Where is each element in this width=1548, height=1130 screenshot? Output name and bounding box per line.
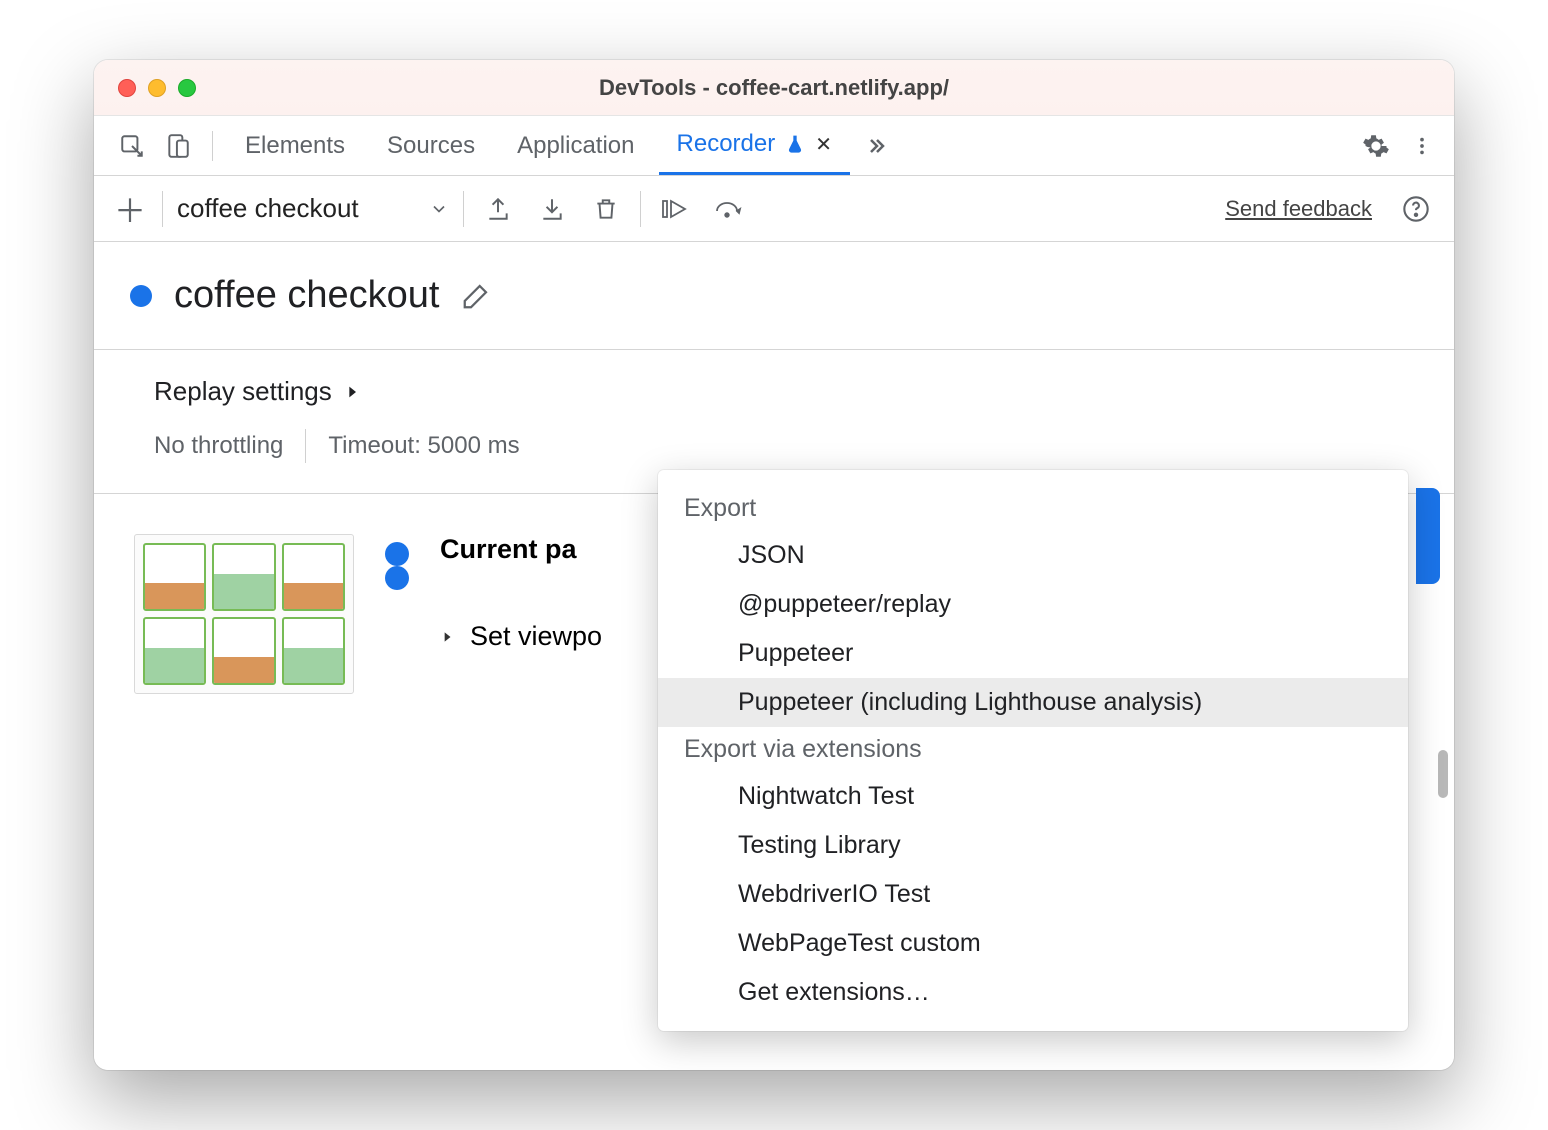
- menu-item-json[interactable]: JSON: [658, 531, 1408, 580]
- replay-button-peek[interactable]: [1416, 488, 1440, 584]
- step-current-page[interactable]: Current pa: [440, 534, 602, 565]
- step-list: Current pa Set viewpo: [440, 534, 602, 652]
- new-recording-button[interactable]: ＋: [112, 186, 148, 232]
- inspect-element-icon[interactable]: [112, 126, 152, 166]
- menu-item-testing-library[interactable]: Testing Library: [658, 821, 1408, 870]
- export-menu: Export JSON @puppeteer/replay Puppeteer …: [658, 470, 1408, 1031]
- send-feedback-link[interactable]: Send feedback: [1225, 196, 1372, 222]
- chevron-down-icon: [429, 199, 449, 219]
- step-set-viewport[interactable]: Set viewpo: [440, 621, 602, 652]
- menu-item-puppeteer[interactable]: Puppeteer: [658, 629, 1408, 678]
- separator: [212, 131, 213, 161]
- tab-recorder[interactable]: Recorder ✕: [659, 116, 850, 175]
- import-icon[interactable]: [532, 189, 572, 229]
- replay-icon[interactable]: [655, 189, 695, 229]
- menu-item-get-extensions[interactable]: Get extensions…: [658, 968, 1408, 1017]
- separator: [463, 191, 464, 227]
- more-tabs-icon[interactable]: [856, 126, 896, 166]
- recording-title: coffee checkout: [174, 274, 439, 317]
- devtools-tabs: Elements Sources Application Recorder ✕: [94, 116, 1454, 176]
- menu-item-nightwatch[interactable]: Nightwatch Test: [658, 772, 1408, 821]
- page-thumbnail: [134, 534, 354, 694]
- timeline-dot: [385, 542, 409, 566]
- step-label: Current pa: [440, 534, 577, 565]
- tab-elements[interactable]: Elements: [227, 116, 363, 175]
- timeline: [380, 534, 414, 590]
- timeout-value: Timeout: 5000 ms: [328, 432, 519, 460]
- replay-settings-label: Replay settings: [154, 376, 332, 407]
- menu-item-puppeteer-lighthouse[interactable]: Puppeteer (including Lighthouse analysis…: [658, 678, 1408, 727]
- edit-title-icon[interactable]: [461, 281, 491, 311]
- menu-item-webdriverio[interactable]: WebdriverIO Test: [658, 870, 1408, 919]
- tab-sources[interactable]: Sources: [369, 116, 493, 175]
- tab-label: Application: [517, 132, 634, 160]
- separator: [305, 429, 306, 463]
- chevron-right-icon: [344, 384, 360, 400]
- tab-label: Recorder: [677, 130, 776, 158]
- delete-icon[interactable]: [586, 189, 626, 229]
- export-icon[interactable]: [478, 189, 518, 229]
- menu-section-extensions: Export via extensions: [658, 727, 1408, 772]
- replay-settings-toggle[interactable]: Replay settings: [154, 376, 1394, 407]
- separator: [162, 191, 163, 227]
- recording-header: coffee checkout: [94, 242, 1454, 350]
- timeline-dot: [385, 566, 409, 590]
- tab-label: Sources: [387, 132, 475, 160]
- tab-label: Elements: [245, 132, 345, 160]
- menu-item-webpagetest[interactable]: WebPageTest custom: [658, 919, 1408, 968]
- recording-name: coffee checkout: [177, 193, 359, 224]
- throttling-value: No throttling: [154, 432, 283, 460]
- kebab-menu-icon[interactable]: [1402, 126, 1442, 166]
- step-over-icon[interactable]: [709, 189, 749, 229]
- tab-application[interactable]: Application: [499, 116, 652, 175]
- recorder-toolbar: ＋ coffee checkout Send feedback: [94, 176, 1454, 242]
- recording-status-dot: [130, 285, 152, 307]
- help-icon[interactable]: [1396, 189, 1436, 229]
- replay-meta: No throttling Timeout: 5000 ms: [154, 429, 1394, 463]
- titlebar: DevTools - coffee-cart.netlify.app/: [94, 60, 1454, 116]
- flask-icon: [785, 134, 805, 154]
- settings-gear-icon[interactable]: [1356, 126, 1396, 166]
- scrollbar-thumb[interactable]: [1438, 750, 1448, 798]
- devtools-window: DevTools - coffee-cart.netlify.app/ Elem…: [94, 60, 1454, 1070]
- window-title: DevTools - coffee-cart.netlify.app/: [94, 75, 1454, 101]
- device-toolbar-icon[interactable]: [158, 126, 198, 166]
- separator: [640, 191, 641, 227]
- menu-section-export: Export: [658, 486, 1408, 531]
- recording-selector[interactable]: coffee checkout: [177, 193, 449, 224]
- step-label: Set viewpo: [470, 621, 602, 652]
- recorder-content: coffee checkout Replay settings No throt…: [94, 242, 1454, 1070]
- menu-item-puppeteer-replay[interactable]: @puppeteer/replay: [658, 580, 1408, 629]
- expand-icon: [440, 630, 454, 644]
- close-tab-icon[interactable]: ✕: [815, 132, 832, 157]
